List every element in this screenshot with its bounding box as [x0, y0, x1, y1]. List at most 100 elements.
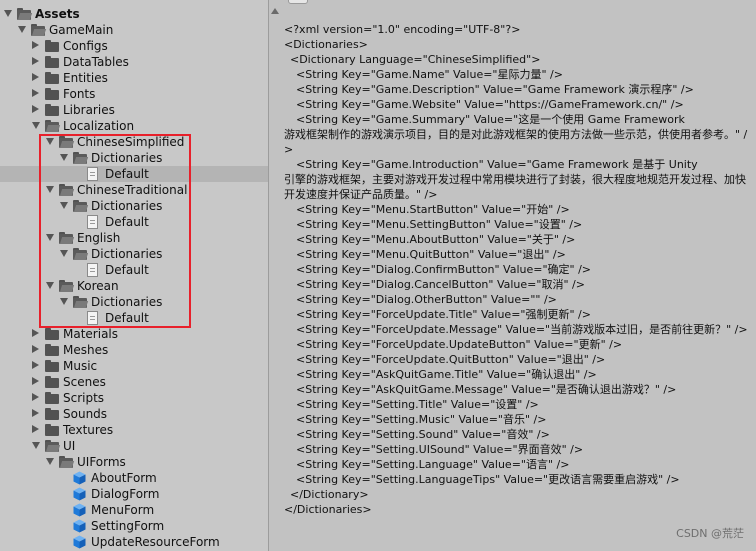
- expand-arrow-down-icon[interactable]: [46, 458, 54, 465]
- expand-arrow-right-icon[interactable]: [32, 345, 39, 353]
- expand-arrow-right-icon[interactable]: [32, 425, 39, 433]
- tree-item-fonts[interactable]: Fonts: [0, 86, 268, 102]
- expand-arrow-right-icon[interactable]: [32, 329, 39, 337]
- xml-line: <String Key="Menu.SettingButton" Value="…: [296, 218, 583, 231]
- tree-item-label: Libraries: [63, 103, 115, 117]
- folder-icon: [45, 344, 59, 356]
- tree-item-dialogform[interactable]: DialogForm: [0, 486, 268, 502]
- tree-scrollbar[interactable]: [268, 0, 280, 551]
- tree-item-label: Textures: [63, 423, 114, 437]
- xml-content: <?xml version="1.0" encoding="UTF-8"?> <D…: [284, 22, 754, 517]
- folder-icon: [45, 392, 59, 404]
- expand-arrow-right-icon[interactable]: [32, 73, 39, 81]
- tree-item-sounds[interactable]: Sounds: [0, 406, 268, 422]
- folder-icon: [45, 104, 59, 116]
- tree-item-label: Music: [63, 359, 98, 373]
- tree-item-configs[interactable]: Configs: [0, 38, 268, 54]
- xml-line: <String Key="ForceUpdate.UpdateButton" V…: [296, 338, 623, 351]
- tree-item-label: GameMain: [49, 23, 114, 37]
- tree-item-gamemain[interactable]: GameMain: [0, 22, 268, 38]
- prefab-cube-icon: [73, 503, 86, 517]
- tree-item-datatables[interactable]: DataTables: [0, 54, 268, 70]
- xml-line: </Dictionaries>: [284, 503, 372, 516]
- localization-highlight-box: [39, 134, 191, 328]
- text-asset-preview: <?xml version="1.0" encoding="UTF-8"?> <D…: [280, 0, 756, 551]
- expand-arrow-right-icon[interactable]: [32, 409, 39, 417]
- tree-item-label: Sounds: [63, 407, 108, 421]
- tree-item-aboutform[interactable]: AboutForm: [0, 470, 268, 486]
- tree-item-assets[interactable]: Assets: [0, 6, 268, 22]
- tree-item-entities[interactable]: Entities: [0, 70, 268, 86]
- tree-item-settingform[interactable]: SettingForm: [0, 518, 268, 534]
- tree-item-label: Localization: [63, 119, 135, 133]
- expand-arrow-right-icon[interactable]: [32, 393, 39, 401]
- scroll-up-arrow-icon[interactable]: [271, 8, 279, 14]
- tree-item-label: Scripts: [63, 391, 105, 405]
- xml-line: <String Key="Game.Name" Value="星际力量" />: [296, 68, 563, 81]
- tree-item-menuform[interactable]: MenuForm: [0, 502, 268, 518]
- xml-line: <String Key="Setting.LanguageTips" Value…: [296, 473, 680, 486]
- tree-item-ui[interactable]: UI: [0, 438, 268, 454]
- folder-open-icon: [31, 24, 47, 36]
- tree-item-updateresourceform[interactable]: UpdateResourceForm: [0, 534, 268, 550]
- xml-line: <String Key="AskQuitGame.Title" Value="确…: [296, 368, 597, 381]
- xml-line: <String Key="Setting.Music" Value="音乐" /…: [296, 413, 547, 426]
- tree-item-label: AboutForm: [91, 471, 157, 485]
- xml-line: <String Key="Dialog.CancelButton" Value=…: [296, 278, 585, 291]
- folder-icon: [45, 56, 59, 68]
- prefab-cube-icon: [73, 471, 86, 485]
- tree-item-localization[interactable]: Localization: [0, 118, 268, 134]
- xml-line: <String Key="Game.Introduction" Value="G…: [296, 158, 698, 171]
- expand-arrow-down-icon[interactable]: [32, 122, 40, 129]
- tree-item-label: Configs: [63, 39, 108, 53]
- xml-line: <String Key="Menu.AboutButton" Value="关于…: [296, 233, 576, 246]
- expand-arrow-right-icon[interactable]: [32, 41, 39, 49]
- tree-item-label: MenuForm: [91, 503, 155, 517]
- xml-line: <?xml version="1.0" encoding="UTF-8"?>: [284, 23, 521, 36]
- xml-line: <String Key="Dialog.ConfirmButton" Value…: [296, 263, 592, 276]
- tree-item-music[interactable]: Music: [0, 358, 268, 374]
- tree-item-scripts[interactable]: Scripts: [0, 390, 268, 406]
- preview-toolbar-button[interactable]: [288, 0, 308, 4]
- folder-open-icon: [17, 8, 33, 20]
- folder-icon: [45, 40, 59, 52]
- expand-arrow-down-icon[interactable]: [32, 442, 40, 449]
- tree-item-scenes[interactable]: Scenes: [0, 374, 268, 390]
- expand-arrow-right-icon[interactable]: [32, 105, 39, 113]
- folder-icon: [45, 328, 59, 340]
- xml-line: <String Key="Setting.UISound" Value="界面音…: [296, 443, 584, 456]
- tree-item-label: Meshes: [63, 343, 109, 357]
- xml-line: <String Key="Dialog.OtherButton" Value="…: [296, 293, 557, 306]
- expand-arrow-right-icon[interactable]: [32, 89, 39, 97]
- xml-line: <String Key="Game.Summary" Value="这是一个使用…: [296, 113, 685, 126]
- xml-line: <String Key="Menu.QuitButton" Value="退出"…: [296, 248, 566, 261]
- tree-item-label: Fonts: [63, 87, 96, 101]
- tree-item-label: DialogForm: [91, 487, 160, 501]
- tree-item-meshes[interactable]: Meshes: [0, 342, 268, 358]
- xml-line: <Dictionaries>: [284, 38, 368, 51]
- folder-open-icon: [59, 456, 75, 468]
- expand-arrow-right-icon[interactable]: [32, 377, 39, 385]
- folder-icon: [45, 88, 59, 100]
- folder-icon: [45, 376, 59, 388]
- prefab-cube-icon: [73, 519, 86, 533]
- expand-arrow-right-icon[interactable]: [32, 361, 39, 369]
- tree-item-label: UI: [63, 439, 76, 453]
- xml-line: <String Key="Game.Website" Value="https:…: [296, 98, 684, 111]
- watermark: CSDN @荒茫: [676, 527, 744, 540]
- tree-item-materials[interactable]: Materials: [0, 326, 268, 342]
- expand-arrow-down-icon[interactable]: [18, 26, 26, 33]
- tree-item-label: Entities: [63, 71, 108, 85]
- tree-item-uiforms[interactable]: UIForms: [0, 454, 268, 470]
- tree-item-textures[interactable]: Textures: [0, 422, 268, 438]
- expand-arrow-right-icon[interactable]: [32, 57, 39, 65]
- tree-item-libraries[interactable]: Libraries: [0, 102, 268, 118]
- expand-arrow-down-icon[interactable]: [4, 10, 12, 17]
- xml-line: <String Key="ForceUpdate.QuitButton" Val…: [296, 353, 606, 366]
- tree-item-label: SettingForm: [91, 519, 165, 533]
- folder-icon: [45, 360, 59, 372]
- xml-line: <String Key="Game.Description" Value="Ga…: [296, 83, 694, 96]
- project-tree-panel: Assets GameMain Configs DataTables Entities F…: [0, 0, 268, 551]
- tree-item-label: DataTables: [63, 55, 129, 69]
- xml-line: <String Key="Setting.Language" Value="语言…: [296, 458, 570, 471]
